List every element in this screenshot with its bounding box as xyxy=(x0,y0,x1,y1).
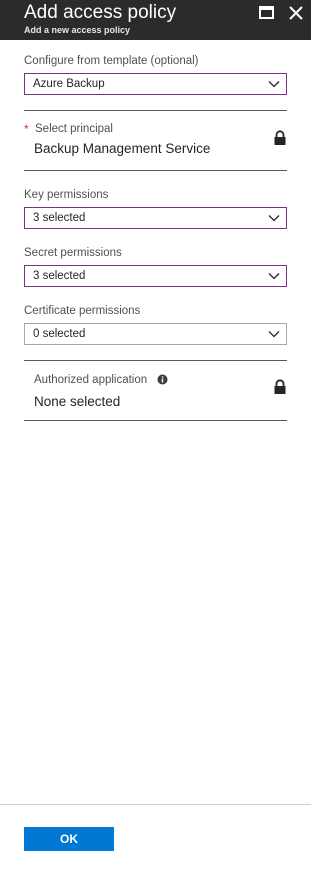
info-icon[interactable] xyxy=(157,374,168,385)
required-indicator: * xyxy=(24,122,29,136)
chevron-down-icon xyxy=(268,215,280,222)
chevron-down-icon xyxy=(268,273,280,280)
divider xyxy=(24,170,287,171)
secret-permissions-value: 3 selected xyxy=(33,270,86,282)
authorized-application-label: Authorized application xyxy=(34,374,148,386)
certificate-permissions-value: 0 selected xyxy=(33,328,86,340)
authorized-application-value: None selected xyxy=(34,394,121,409)
blade-title: Add access policy xyxy=(24,2,177,23)
secret-permissions-label: Secret permissions xyxy=(24,247,122,259)
template-dropdown[interactable]: Azure Backup xyxy=(24,73,287,95)
principal-value: Backup Management Service xyxy=(34,141,211,156)
key-permissions-value: 3 selected xyxy=(33,212,86,224)
select-principal-field[interactable]: * Select principal Backup Management Ser… xyxy=(24,112,287,170)
principal-label: Select principal xyxy=(35,123,113,135)
chevron-down-icon xyxy=(268,331,280,338)
chevron-down-icon xyxy=(268,81,280,88)
certificate-permissions-dropdown[interactable]: 0 selected xyxy=(24,323,287,345)
template-label: Configure from template (optional) xyxy=(24,55,199,67)
key-permissions-dropdown[interactable]: 3 selected xyxy=(24,207,287,229)
secret-permissions-dropdown[interactable]: 3 selected xyxy=(24,265,287,287)
lock-icon xyxy=(274,379,286,394)
ok-button[interactable]: OK xyxy=(24,827,114,851)
close-button[interactable] xyxy=(285,4,307,22)
authorized-application-field[interactable]: Authorized application None selected xyxy=(24,361,287,420)
key-permissions-label: Key permissions xyxy=(24,189,109,201)
maximize-button[interactable] xyxy=(256,4,278,22)
maximize-icon xyxy=(259,6,274,19)
divider xyxy=(24,420,287,421)
blade-header: Add access policy Add a new access polic… xyxy=(0,0,311,40)
certificate-permissions-label: Certificate permissions xyxy=(24,305,141,317)
footer-divider xyxy=(0,804,311,805)
template-dropdown-value: Azure Backup xyxy=(33,78,105,90)
blade-subtitle: Add a new access policy xyxy=(24,25,131,35)
divider xyxy=(24,110,287,111)
close-icon xyxy=(289,6,303,20)
lock-icon xyxy=(274,130,286,145)
